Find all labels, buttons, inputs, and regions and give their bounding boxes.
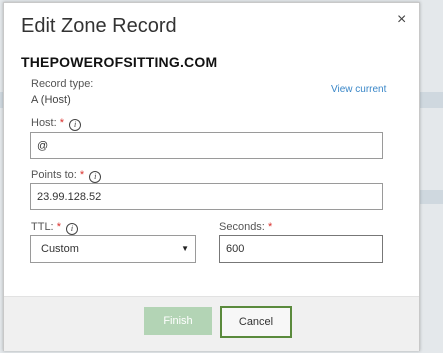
host-label-row: Host: * i — [31, 117, 82, 131]
host-input[interactable]: @ — [30, 132, 383, 159]
required-marker: * — [79, 169, 85, 181]
record-type-value: A (Host) — [31, 94, 71, 106]
chevron-down-icon: ▼ — [181, 244, 189, 253]
ttl-label: TTL: — [31, 221, 54, 233]
background-strip — [420, 190, 443, 204]
required-marker: * — [267, 221, 273, 233]
record-type-label: Record type: — [31, 78, 94, 90]
domain-name: THEPOWEROFSITTING.COM — [21, 54, 218, 70]
close-icon[interactable]: × — [397, 12, 411, 28]
seconds-label: Seconds: — [219, 221, 265, 233]
cancel-button[interactable]: Cancel — [220, 306, 292, 338]
required-marker: * — [59, 117, 65, 129]
seconds-label-row: Seconds: * — [219, 221, 272, 233]
info-icon[interactable]: i — [66, 223, 79, 235]
dialog-footer: Finish Cancel — [4, 296, 419, 351]
finish-button[interactable]: Finish — [144, 307, 212, 335]
points-to-label-row: Points to: * i — [31, 169, 102, 183]
view-current-link[interactable]: View current — [331, 84, 386, 95]
edit-zone-record-dialog: Edit Zone Record × THEPOWEROFSITTING.COM… — [3, 2, 420, 351]
required-marker: * — [56, 221, 61, 233]
points-to-label: Points to: — [31, 169, 77, 181]
info-icon[interactable]: i — [69, 119, 82, 131]
seconds-input[interactable]: 600 — [219, 235, 383, 263]
info-icon[interactable]: i — [89, 171, 102, 183]
ttl-selected-value: Custom — [41, 243, 79, 255]
host-label: Host: — [31, 117, 57, 129]
dialog-title: Edit Zone Record — [21, 15, 177, 37]
ttl-select[interactable]: Custom ▼ — [30, 235, 196, 263]
ttl-label-row: TTL: * i — [31, 221, 79, 235]
points-to-input[interactable]: 23.99.128.52 — [30, 183, 383, 210]
